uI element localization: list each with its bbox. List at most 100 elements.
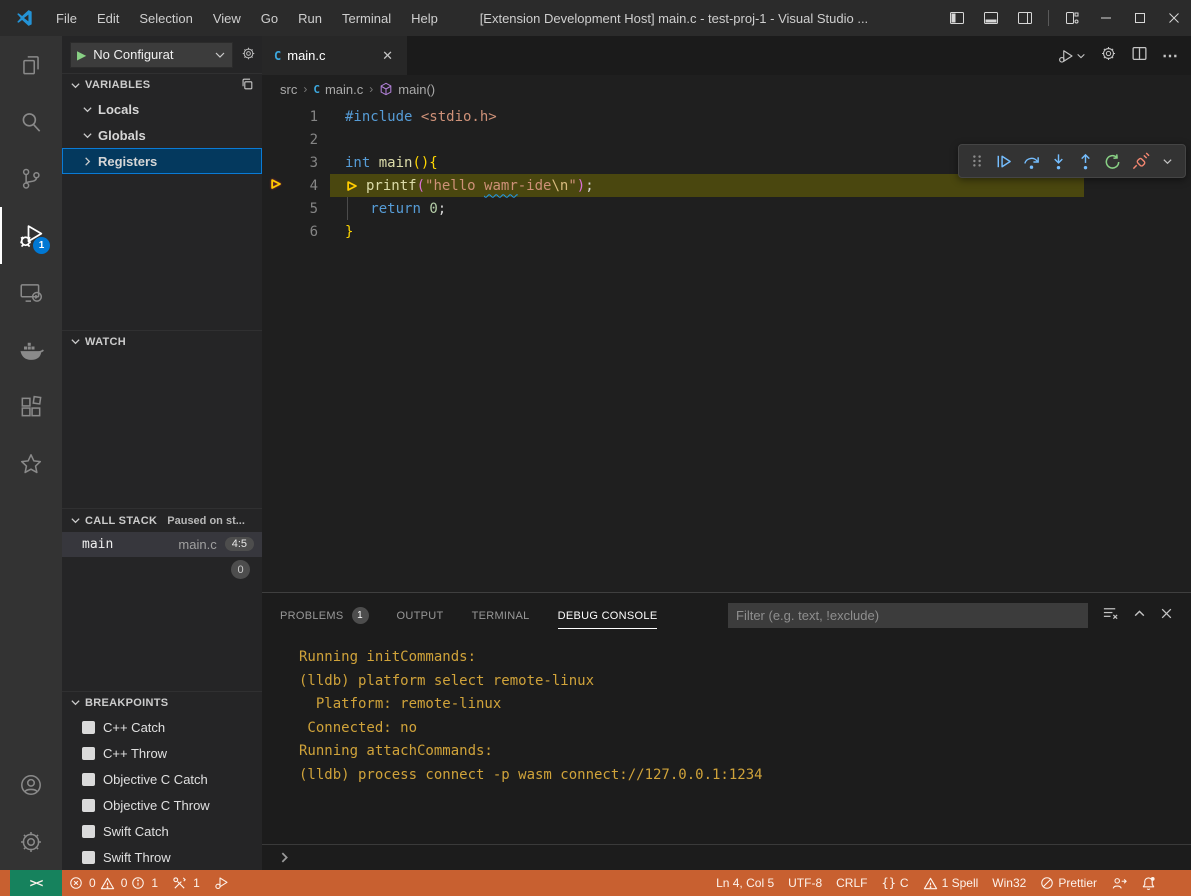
settings-gear-icon[interactable] [1100, 45, 1117, 67]
debug-settings-gear-icon[interactable] [241, 46, 256, 64]
step-out-button[interactable] [1073, 148, 1099, 174]
tools-status[interactable]: 1 [165, 870, 207, 896]
restart-button[interactable] [1100, 148, 1126, 174]
code-line: 5 return 0; [262, 197, 1191, 220]
checkbox[interactable] [82, 825, 95, 838]
drag-handle-icon[interactable] [964, 148, 990, 174]
close-panel-icon[interactable] [1160, 607, 1173, 625]
checkbox[interactable] [82, 773, 95, 786]
sidebar-item-docker[interactable] [0, 321, 62, 378]
sidebar-item-extensions[interactable] [0, 378, 62, 435]
toggle-panel-icon[interactable] [974, 0, 1008, 36]
sidebar-item-source-control[interactable] [0, 150, 62, 207]
feedback-button[interactable] [1104, 870, 1134, 896]
tab-main-c[interactable]: C main.c ✕ [262, 36, 407, 75]
formatter-status[interactable]: Prettier [1033, 870, 1104, 896]
panel-tab-debug-console[interactable]: DEBUG CONSOLE [558, 593, 658, 638]
sidebar-item-run-and-debug[interactable]: 1 [0, 207, 62, 264]
exception-breakpoint-row[interactable]: Swift Catch [62, 818, 262, 844]
checkbox[interactable] [82, 721, 95, 734]
call-stack-section-header[interactable]: CALL STACK Paused on st... [62, 508, 262, 531]
panel-tab-problems[interactable]: PROBLEMS 1 [280, 593, 369, 638]
debug-status[interactable] [207, 870, 237, 896]
platform-indicator[interactable]: Win32 [985, 870, 1033, 896]
encoding-indicator[interactable]: UTF-8 [781, 870, 829, 896]
copy-icon[interactable] [240, 77, 254, 94]
tools-icon [172, 876, 187, 891]
sidebar-item-marketplace[interactable] [0, 435, 62, 492]
variables-scope-globals[interactable]: Globals [62, 122, 262, 148]
variables-scope-registers[interactable]: Registers [62, 148, 262, 174]
breadcrumb-item[interactable]: src [280, 82, 297, 97]
close-tab-icon[interactable]: ✕ [378, 48, 397, 64]
run-or-debug-button[interactable] [1056, 47, 1086, 65]
exception-breakpoint-row[interactable]: Objective C Catch [62, 766, 262, 792]
debug-console-filter-input[interactable] [728, 603, 1088, 628]
checkbox[interactable] [82, 851, 95, 864]
breadcrumb-separator: › [369, 82, 373, 96]
remote-indicator[interactable]: >< [10, 870, 62, 896]
menu-item-go[interactable]: Go [251, 5, 288, 32]
problems-status[interactable]: 0 0 1 [62, 870, 165, 896]
stack-frame-row[interactable]: main main.c 4:5 [62, 532, 262, 557]
settings-button[interactable] [0, 813, 62, 870]
exception-breakpoint-row[interactable]: C++ Catch [62, 714, 262, 740]
breadcrumb-item[interactable]: main() [379, 82, 435, 97]
spell-checker-status[interactable]: 1 Spell [916, 870, 986, 896]
disconnect-button[interactable] [1127, 148, 1153, 174]
sidebar-item-search[interactable] [0, 93, 62, 150]
debug-console-output[interactable]: Running initCommands:(lldb) platform sel… [262, 638, 1191, 844]
more-actions-icon[interactable]: ⋯ [1162, 46, 1179, 66]
customize-layout-icon[interactable] [1055, 0, 1089, 36]
breadcrumb-item[interactable]: Cmain.c [313, 82, 363, 97]
step-over-button[interactable] [1018, 148, 1044, 174]
cursor-position[interactable]: Ln 4, Col 5 [709, 870, 781, 896]
line-number: 3 [290, 155, 318, 171]
notifications-button[interactable] [1134, 870, 1163, 896]
remote-icon: >< [30, 876, 42, 890]
watch-section-header[interactable]: WATCH [62, 330, 262, 353]
toggle-secondary-sidebar-icon[interactable] [1008, 0, 1042, 36]
menu-item-edit[interactable]: Edit [87, 5, 129, 32]
minimize-button[interactable] [1089, 0, 1123, 36]
menu-item-file[interactable]: File [46, 5, 87, 32]
configuration-label: No Configurat [93, 47, 214, 62]
code-editor[interactable]: 1 #include <stdio.h> 2 3 int main(){ 4 p… [262, 103, 1191, 592]
checkbox[interactable] [82, 747, 95, 760]
panel-tab-terminal[interactable]: TERMINAL [472, 593, 530, 638]
menu-item-terminal[interactable]: Terminal [332, 5, 401, 32]
debug-console-input[interactable] [262, 844, 1191, 870]
panel-tab-output[interactable]: OUTPUT [397, 593, 444, 638]
sidebar-item-remote-explorer[interactable] [0, 264, 62, 321]
exception-breakpoint-row[interactable]: Objective C Throw [62, 792, 262, 818]
call-stack-badge: 0 [231, 560, 250, 579]
close-button[interactable] [1157, 0, 1191, 36]
menu-item-run[interactable]: Run [288, 5, 332, 32]
toggle-sidebar-icon[interactable] [940, 0, 974, 36]
maximize-panel-icon[interactable] [1133, 607, 1146, 625]
start-debug-icon[interactable]: ▶ [77, 48, 86, 62]
launch-configuration-dropdown[interactable]: ▶ No Configurat [70, 42, 233, 68]
variables-scope-locals[interactable]: Locals [62, 96, 262, 122]
breakpoints-section-header[interactable]: BREAKPOINTS [62, 691, 262, 714]
glyph-margin[interactable] [262, 177, 290, 195]
step-into-button[interactable] [1045, 148, 1071, 174]
eol-indicator[interactable]: CRLF [829, 870, 874, 896]
language-mode[interactable]: {} C [874, 870, 915, 896]
split-editor-icon[interactable] [1131, 45, 1148, 67]
exception-breakpoint-row[interactable]: C++ Throw [62, 740, 262, 766]
clear-console-icon[interactable] [1102, 605, 1119, 627]
breakpoint-label: C++ Catch [103, 720, 165, 735]
checkbox[interactable] [82, 799, 95, 812]
exception-breakpoint-row[interactable]: Swift Throw [62, 844, 262, 870]
variables-section-header[interactable]: VARIABLES [62, 73, 262, 96]
accounts-button[interactable] [0, 756, 62, 813]
maximize-button[interactable] [1123, 0, 1157, 36]
console-line: Platform: remote-linux [299, 693, 1191, 717]
chevron-down-icon[interactable] [1154, 148, 1180, 174]
sidebar-item-explorer[interactable] [0, 36, 62, 93]
continue-button[interactable] [991, 148, 1017, 174]
menu-item-selection[interactable]: Selection [129, 5, 202, 32]
menu-item-view[interactable]: View [203, 5, 251, 32]
info-icon [131, 876, 145, 890]
